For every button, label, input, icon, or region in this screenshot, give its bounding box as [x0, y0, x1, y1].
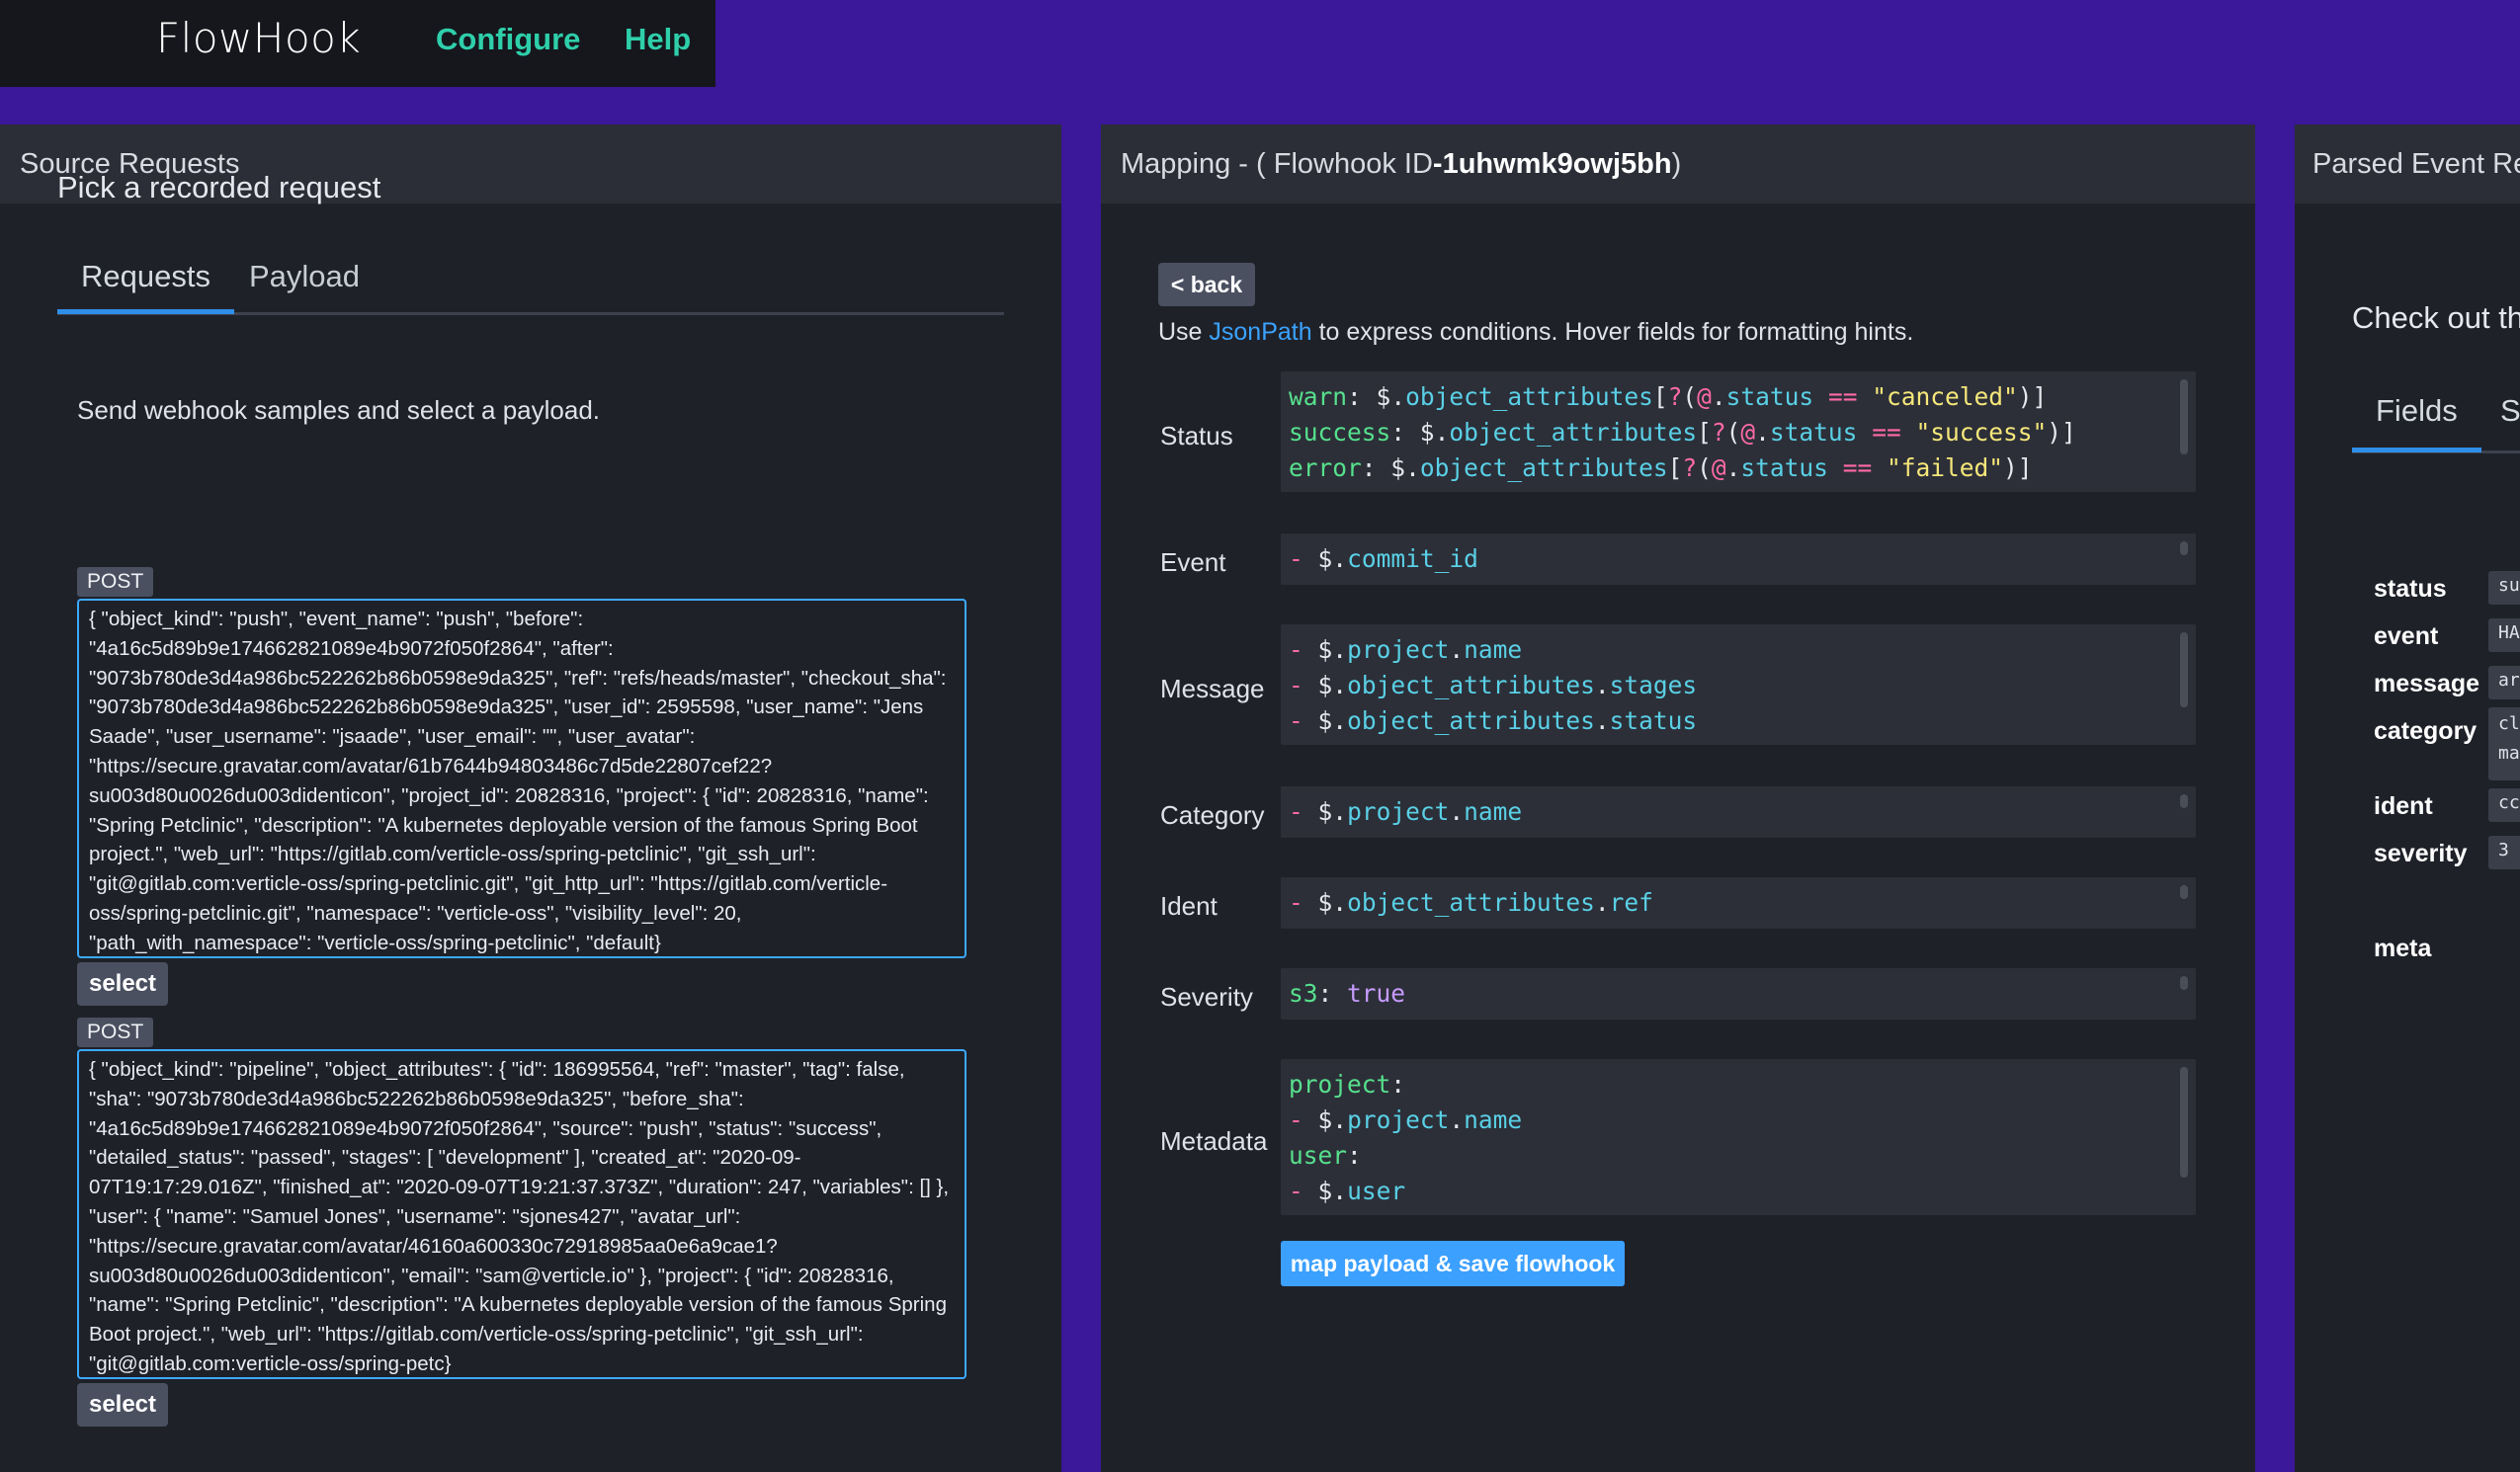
field-label-severity: Severity — [1160, 982, 1253, 1012]
tab-st[interactable]: St — [2500, 393, 2520, 429]
mapping-header-suffix: ) — [1671, 147, 1682, 180]
code-line: project: — [1289, 1070, 1406, 1099]
back-button[interactable]: < back — [1158, 263, 1255, 306]
editor-code[interactable]: warn: $.object_attributes[?(@.status == … — [1289, 379, 2188, 486]
parsed-field-message-value: ar — [2488, 666, 2520, 699]
mapping-header: Mapping - ( Flowhook ID -1uhwmk9owj5bh) — [1101, 124, 2255, 204]
code-line: - $.project.name — [1289, 635, 1523, 664]
editor-code[interactable]: s3: true — [1289, 976, 2188, 1012]
jsonpath-link[interactable]: JsonPath — [1209, 318, 1311, 346]
code-line: warn: $.object_attributes[?(@.status == … — [1289, 382, 2048, 411]
status-mapping-editor[interactable]: warn: $.object_attributes[?(@.status == … — [1281, 371, 2196, 492]
severity-mapping-editor[interactable]: s3: true — [1281, 968, 2196, 1020]
code-line: - $.object_attributes.stages — [1289, 671, 1698, 699]
editor-scrollbar[interactable] — [2180, 976, 2188, 990]
metadata-mapping-editor[interactable]: project: - $.project.name user: - $.user — [1281, 1059, 2196, 1215]
field-label-ident: Ident — [1160, 891, 1218, 921]
parsed-field-event-value: HA — [2488, 618, 2520, 652]
code-line: - $.object_attributes.ref — [1289, 888, 1653, 917]
parsed-field-ident-value: cc — [2488, 788, 2520, 822]
editor-scrollbar[interactable] — [2180, 632, 2188, 707]
editor-code[interactable]: - $.commit_id — [1289, 541, 2188, 577]
tab-fields[interactable]: Fields — [2352, 393, 2481, 452]
request-payload-box[interactable]: { "object_kind": "push", "event_name": "… — [77, 599, 966, 958]
editor-code[interactable]: project: - $.project.name user: - $.user — [1289, 1067, 2188, 1209]
nav-configure-link[interactable]: Configure — [436, 22, 580, 57]
field-label-metadata: Metadata — [1160, 1126, 1268, 1156]
top-nav: FlowHook Configure Help — [0, 0, 715, 87]
jsonpath-hint-suffix: to express conditions. Hover fields for … — [1311, 318, 1914, 346]
editor-scrollbar[interactable] — [2180, 1067, 2188, 1178]
mapping-header-prefix: Mapping - ( Flowhook ID — [1121, 147, 1433, 180]
select-request-button[interactable]: select — [77, 1383, 168, 1427]
field-label-status: Status — [1160, 421, 1233, 450]
tab-payload[interactable]: Payload — [225, 255, 383, 309]
field-label-category: Category — [1160, 800, 1265, 830]
parsed-field-message-label: message — [2374, 670, 2480, 697]
parsed-field-status-value: su — [2488, 571, 2520, 605]
editor-code[interactable]: - $.project.name — [1289, 794, 2188, 830]
source-tabs: Requests Payload — [57, 255, 1004, 315]
editor-code[interactable]: - $.project.name - $.object_attributes.st… — [1289, 632, 2188, 739]
editor-scrollbar[interactable] — [2180, 885, 2188, 899]
parsed-field-severity-label: severity — [2374, 840, 2468, 867]
flowhook-id: -1uhwmk9owj5bh — [1432, 147, 1672, 180]
editor-scrollbar[interactable] — [2180, 794, 2188, 808]
flowhook-logo[interactable]: FlowHook — [156, 14, 361, 62]
parsed-field-meta-label: meta — [2374, 935, 2432, 962]
editor-code[interactable]: - $.object_attributes.ref — [1289, 885, 2188, 921]
save-flowhook-button[interactable]: map payload & save flowhook — [1281, 1241, 1625, 1286]
category-mapping-editor[interactable]: - $.project.name — [1281, 786, 2196, 838]
parsed-field-category-label: category — [2374, 717, 2478, 745]
code-line: success: $.object_attributes[?(@.status … — [1289, 418, 2076, 447]
request-method-badge: POST — [77, 567, 154, 597]
field-label-message: Message — [1160, 674, 1265, 703]
parsed-field-category-value: cl ma — [2488, 707, 2520, 780]
editor-scrollbar[interactable] — [2180, 379, 2188, 454]
nav-help-link[interactable]: Help — [625, 22, 691, 57]
event-mapping-editor[interactable]: - $.commit_id — [1281, 533, 2196, 585]
parsed-event-header: Parsed Event Re — [2295, 124, 2520, 204]
request-payload-box[interactable]: { "object_kind": "pipeline", "object_att… — [77, 1049, 966, 1379]
code-line: error: $.object_attributes[?(@.status ==… — [1289, 453, 2033, 482]
tab-requests[interactable]: Requests — [57, 255, 234, 314]
message-mapping-editor[interactable]: - $.project.name - $.object_attributes.st… — [1281, 624, 2196, 745]
parsed-field-ident-label: ident — [2374, 792, 2433, 820]
code-line: s3: true — [1289, 979, 1406, 1008]
request-method-badge: POST — [77, 1018, 154, 1047]
parsed-field-event-label: event — [2374, 622, 2439, 650]
code-line: - $.project.name — [1289, 1105, 1523, 1134]
send-webhook-hint: Send webhook samples and select a payloa… — [77, 395, 601, 425]
ident-mapping-editor[interactable]: - $.object_attributes.ref — [1281, 877, 2196, 929]
editor-scrollbar[interactable] — [2180, 541, 2188, 555]
pick-request-title: Pick a recorded request — [57, 170, 381, 204]
jsonpath-hint: Use JsonPath to express conditions. Hove… — [1158, 318, 1913, 347]
parsed-field-status-label: status — [2374, 575, 2447, 603]
code-line: - $.user — [1289, 1177, 1406, 1205]
field-label-event: Event — [1160, 547, 1226, 577]
parsed-tabs: Fields St — [2352, 379, 2520, 453]
code-line: - $.commit_id — [1289, 544, 1478, 573]
select-request-button[interactable]: select — [77, 962, 168, 1006]
code-line: user: — [1289, 1141, 1362, 1170]
parsed-check-out-text: Check out th — [2352, 300, 2520, 335]
code-line: - $.object_attributes.status — [1289, 706, 1698, 735]
jsonpath-hint-prefix: Use — [1158, 318, 1210, 346]
parsed-field-severity-value: 3 — [2488, 836, 2520, 869]
code-line: - $.project.name — [1289, 797, 1523, 826]
